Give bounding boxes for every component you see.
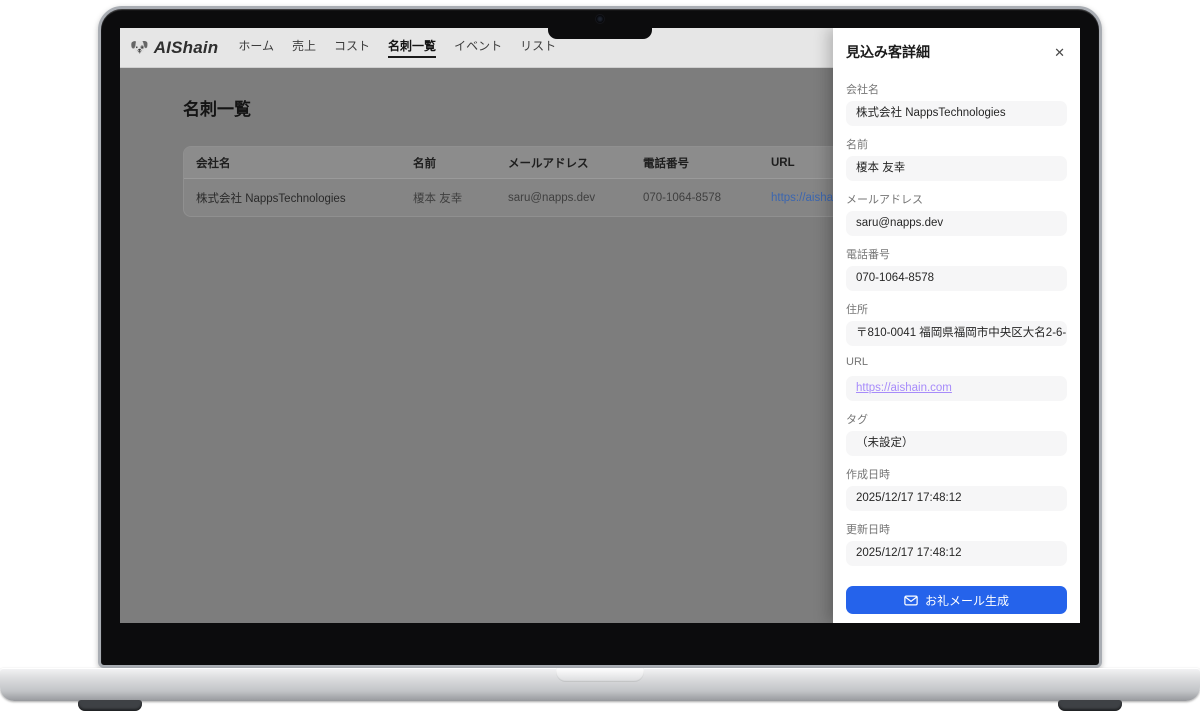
- button-label: お礼メール生成: [925, 592, 1009, 609]
- field-url: URL https://aishain.com: [846, 356, 1067, 401]
- field-updated-at: 更新日時 2025/12/17 17:48:12: [846, 521, 1067, 566]
- webcam-icon: [596, 15, 604, 23]
- envelope-icon: [904, 595, 918, 606]
- field-label: 住所: [846, 301, 1067, 315]
- nav-item-events[interactable]: イベント: [454, 37, 502, 58]
- nav-item-list[interactable]: リスト: [520, 37, 556, 58]
- field-value-tags: （未設定）: [846, 431, 1067, 456]
- brand[interactable]: 🐶 AIShain: [130, 38, 218, 58]
- field-phone: 電話番号 070-1064-8578: [846, 246, 1067, 291]
- field-label: 電話番号: [846, 246, 1067, 260]
- nav-item-business-cards[interactable]: 名刺一覧: [388, 37, 436, 58]
- cell-name: 榎本 友幸: [401, 190, 496, 206]
- field-email: メールアドレス saru@napps.dev: [846, 191, 1067, 236]
- nav-item-sales[interactable]: 売上: [292, 37, 316, 58]
- cell-company: 株式会社 NappsTechnologies: [184, 190, 401, 206]
- nav-links: ホーム 売上 コスト 名刺一覧 イベント リスト: [238, 37, 556, 58]
- brand-name: AIShain: [154, 38, 219, 58]
- nav-item-home[interactable]: ホーム: [238, 37, 274, 58]
- field-company: 会社名 株式会社 NappsTechnologies: [846, 81, 1067, 126]
- laptop-foot-left: [78, 700, 142, 711]
- cell-phone: 070-1064-8578: [631, 192, 759, 204]
- field-value-address: 〒810-0041 福岡県福岡市中央区大名2-6-11: [846, 321, 1067, 346]
- field-label: 会社名: [846, 81, 1067, 95]
- col-header-email: メールアドレス: [496, 155, 631, 171]
- generate-thanks-mail-button[interactable]: お礼メール生成: [846, 586, 1067, 614]
- field-label: メールアドレス: [846, 191, 1067, 205]
- nav-item-cost[interactable]: コスト: [334, 37, 370, 58]
- field-value-company: 株式会社 NappsTechnologies: [846, 101, 1067, 126]
- col-header-company: 会社名: [184, 155, 401, 171]
- field-tags: タグ （未設定）: [846, 411, 1067, 456]
- screen: 🐶 AIShain ホーム 売上 コスト 名刺一覧 イベント リスト 名刺一覧 …: [120, 28, 1080, 623]
- field-value-created-at: 2025/12/17 17:48:12: [846, 486, 1067, 511]
- field-value-url: https://aishain.com: [846, 376, 1067, 401]
- field-label: 更新日時: [846, 521, 1067, 535]
- panel-title: 見込み客詳細: [846, 42, 930, 62]
- close-icon[interactable]: ✕: [1052, 44, 1067, 61]
- field-label: 作成日時: [846, 466, 1067, 480]
- field-created-at: 作成日時 2025/12/17 17:48:12: [846, 466, 1067, 511]
- shiba-dog-logo-icon: 🐶: [130, 40, 149, 55]
- field-value-email: saru@napps.dev: [846, 211, 1067, 236]
- prospect-detail-panel: 見込み客詳細 ✕ 会社名 株式会社 NappsTechnologies 名前 榎…: [833, 28, 1080, 623]
- field-label: 名前: [846, 136, 1067, 150]
- col-header-phone: 電話番号: [631, 155, 759, 171]
- panel-header: 見込み客詳細 ✕: [846, 43, 1067, 61]
- col-header-name: 名前: [401, 155, 496, 171]
- field-value-phone: 070-1064-8578: [846, 266, 1067, 291]
- display-notch: [548, 26, 652, 39]
- stage: 🐶 AIShain ホーム 売上 コスト 名刺一覧 イベント リスト 名刺一覧 …: [0, 0, 1200, 715]
- cell-email: saru@napps.dev: [496, 192, 631, 204]
- field-address: 住所 〒810-0041 福岡県福岡市中央区大名2-6-11: [846, 301, 1067, 346]
- panel-url-link[interactable]: https://aishain.com: [856, 382, 952, 394]
- detail-fields: 会社名 株式会社 NappsTechnologies 名前 榎本 友幸 メールア…: [846, 71, 1067, 566]
- field-label: タグ: [846, 411, 1067, 425]
- field-value-updated-at: 2025/12/17 17:48:12: [846, 541, 1067, 566]
- laptop-base-notch: [556, 668, 644, 682]
- field-name: 名前 榎本 友幸: [846, 136, 1067, 181]
- field-value-name: 榎本 友幸: [846, 156, 1067, 181]
- field-label: URL: [846, 356, 1067, 370]
- laptop-foot-right: [1058, 700, 1122, 711]
